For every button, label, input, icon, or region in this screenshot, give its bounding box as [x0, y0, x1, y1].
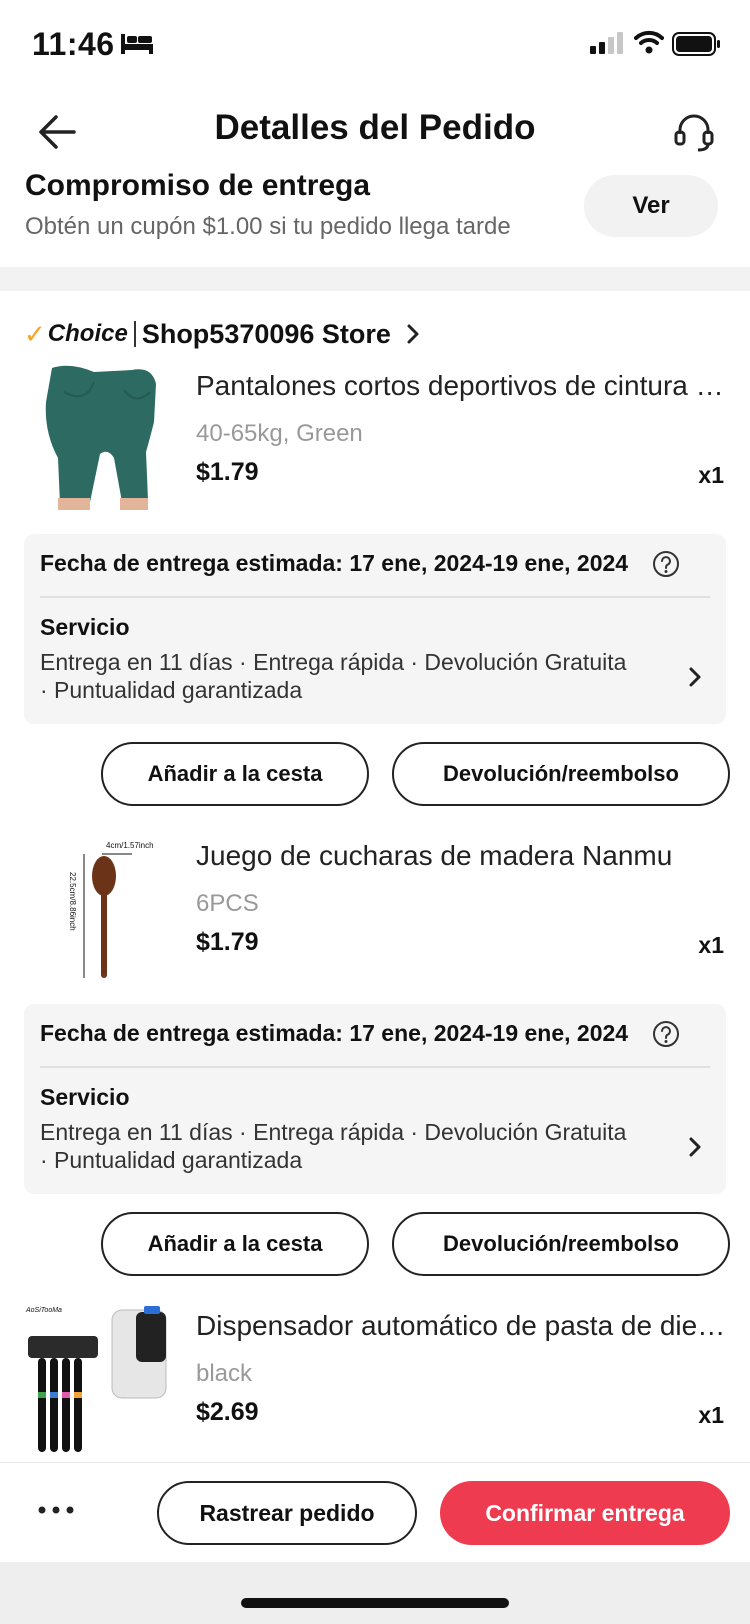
delivery-commitment: Compromiso de entrega Obtén un cupón $1.…	[0, 165, 750, 265]
product-image[interactable]: AoSiTooMa	[24, 1302, 180, 1458]
store-name: Shop5370096 Store	[141, 318, 391, 349]
product-name: Pantalones cortos deportivos de cintura …	[196, 370, 726, 401]
product-actions: Añadir a la cesta Devolución/reembolso	[0, 1212, 750, 1278]
add-to-cart-button[interactable]: Añadir a la cesta	[101, 1212, 369, 1276]
image-brand-label: AoSiTooMa	[25, 1307, 62, 1314]
product-variant: 6PCS	[196, 890, 259, 917]
choice-label: Choice	[47, 320, 128, 347]
page-title: Detalles del Pedido	[214, 108, 536, 147]
add-to-cart-button[interactable]: Añadir a la cesta	[101, 742, 369, 806]
service-description: Entrega en 11 días · Entrega rápida · De…	[40, 1119, 627, 1173]
product-quantity: x1	[698, 932, 724, 958]
product-item[interactable]: Pantalones cortos deportivos de cintura …	[0, 362, 750, 522]
help-icon[interactable]	[652, 550, 680, 578]
commitment-subtitle: Obtén un cupón $1.00 si tu pedido llega …	[25, 213, 511, 240]
product-image[interactable]	[24, 362, 180, 518]
headset-icon[interactable]	[672, 110, 716, 154]
status-time: 11:46	[32, 26, 115, 62]
store-link[interactable]: ✓ Choice Shop5370096 Store	[24, 314, 421, 354]
help-icon[interactable]	[652, 1020, 680, 1048]
delivery-info-card[interactable]: Fecha de entrega estimada: 17 ene, 2024-…	[24, 534, 726, 724]
service-description: Entrega en 11 días · Entrega rápida · De…	[40, 649, 627, 703]
product-variant: black	[196, 1360, 253, 1387]
product-price: $1.79	[196, 458, 259, 486]
card-divider	[40, 596, 710, 598]
track-order-button[interactable]: Rastrear pedido	[157, 1481, 417, 1545]
choice-badge: ✓ Choice	[24, 319, 128, 350]
signal-icon	[590, 32, 623, 54]
bed-icon	[121, 34, 153, 54]
estimated-delivery-date: Fecha de entrega estimada: 17 ene, 2024-…	[40, 1020, 629, 1046]
estimated-delivery-date: Fecha de entrega estimada: 17 ene, 2024-…	[40, 550, 629, 576]
image-width-label: 4cm/1.57inch	[106, 841, 154, 850]
product-price: $2.69	[196, 1398, 259, 1426]
product-item[interactable]: AoSiTooMa Dispensador automático de past…	[0, 1302, 750, 1462]
product-quantity: x1	[698, 462, 724, 488]
card-divider	[40, 1066, 710, 1068]
home-area	[0, 1562, 750, 1624]
refund-button[interactable]: Devolución/reembolso	[392, 742, 730, 806]
status-bar: 11:46	[0, 0, 750, 90]
refund-button[interactable]: Devolución/reembolso	[392, 1212, 730, 1276]
header: Detalles del Pedido	[0, 90, 750, 170]
wifi-icon	[634, 30, 664, 54]
product-price: $1.79	[196, 928, 259, 956]
home-indicator[interactable]	[241, 1598, 509, 1608]
product-name: Dispensador automático de pasta de dient…	[196, 1310, 726, 1341]
more-icon[interactable]	[36, 1503, 76, 1517]
chevron-right-icon	[689, 667, 701, 687]
service-title: Servicio	[40, 614, 130, 640]
bottom-action-bar: Rastrear pedido Confirmar entrega	[0, 1462, 750, 1562]
checkmark-icon: ✓	[24, 318, 46, 349]
product-name: Juego de cucharas de madera Nanmu	[196, 840, 673, 871]
service-title: Servicio	[40, 1084, 130, 1110]
view-button[interactable]: Ver	[584, 175, 718, 237]
product-variant: 40-65kg, Green	[196, 420, 363, 447]
product-item[interactable]: 4cm/1.57inch 22.5cm/8.86inch Juego de cu…	[0, 832, 750, 992]
image-height-label: 22.5cm/8.86inch	[68, 872, 77, 931]
product-actions: Añadir a la cesta Devolución/reembolso	[0, 742, 750, 808]
delivery-info-card[interactable]: Fecha de entrega estimada: 17 ene, 2024-…	[24, 1004, 726, 1194]
chevron-right-icon	[407, 324, 419, 344]
product-image[interactable]: 4cm/1.57inch 22.5cm/8.86inch	[24, 832, 180, 988]
section-separator	[0, 267, 750, 291]
battery-icon	[672, 32, 720, 56]
chevron-right-icon	[689, 1137, 701, 1157]
confirm-delivery-button[interactable]: Confirmar entrega	[440, 1481, 730, 1545]
commitment-title: Compromiso de entrega	[25, 169, 371, 202]
product-quantity: x1	[698, 1402, 724, 1428]
store-divider	[133, 321, 136, 347]
